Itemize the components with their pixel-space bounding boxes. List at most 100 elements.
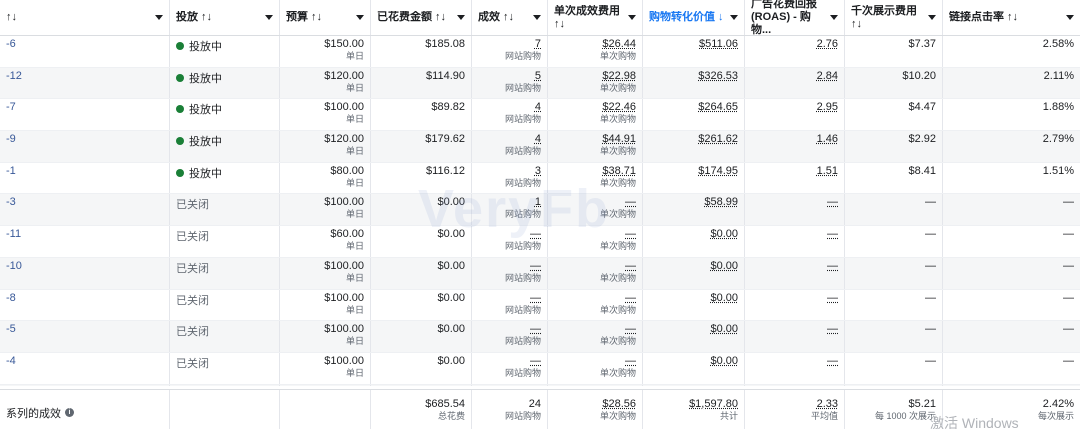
status-dot-icon xyxy=(176,105,184,114)
footer-cell-status xyxy=(170,390,280,429)
cell-name: -7 xyxy=(0,99,170,131)
cell-results: 4 网站购物 xyxy=(472,99,548,131)
chevron-down-icon[interactable] xyxy=(155,15,163,20)
chevron-down-icon[interactable] xyxy=(457,15,465,20)
budget-value[interactable]: $100.00 xyxy=(286,196,364,209)
table-row: -4 已关闭 $100.00 单日 $0.00— 网站购物 — 单次购物 $0.00— — — xyxy=(0,352,1080,385)
campaign-name-link[interactable]: -7 xyxy=(6,101,16,113)
budget-value[interactable]: $100.00 xyxy=(286,260,364,273)
campaign-name-link[interactable]: -10 xyxy=(6,260,22,272)
results-sub: 网站购物 xyxy=(504,304,541,315)
cell-status: 已关闭 xyxy=(170,321,280,352)
cell-results: —网站购物 xyxy=(472,321,548,352)
spent-value: $0.00 xyxy=(437,291,465,304)
campaign-name-link[interactable]: -11 xyxy=(6,228,21,240)
column-header-5[interactable]: 单次成效费用 ↑↓ xyxy=(548,0,643,35)
cell-name: -5 xyxy=(0,321,170,352)
campaign-name-link[interactable]: -3 xyxy=(6,196,16,208)
budget-value[interactable]: $100.00 xyxy=(286,355,364,368)
cell-roas: — xyxy=(745,321,845,352)
column-header-label: 预算 ↑↓ xyxy=(286,11,323,23)
budget-value[interactable]: $150.00 xyxy=(286,38,364,51)
footer-cpr-sub: 单次购物 xyxy=(599,411,636,421)
budget-sub: 单日 xyxy=(345,82,364,93)
column-header-7[interactable]: 广告花费回报 (ROAS) - 购物... xyxy=(745,0,845,35)
roas-value: — xyxy=(827,196,838,209)
cpm-value: — xyxy=(925,259,936,272)
status-label: 已关闭 xyxy=(176,294,209,307)
column-header-6[interactable]: 购物转化价值 ↓ xyxy=(643,0,745,35)
ctr-value: — xyxy=(1063,354,1074,367)
purchase-value: $0.00 xyxy=(710,228,738,241)
budget-value[interactable]: $60.00 xyxy=(286,228,364,241)
campaign-name-link[interactable]: -5 xyxy=(6,323,16,335)
campaign-name-link[interactable]: -1 xyxy=(6,165,16,177)
footer-label: 系列的成效 xyxy=(6,407,61,420)
column-header-2[interactable]: 预算 ↑↓ xyxy=(280,0,371,35)
chevron-down-icon[interactable] xyxy=(533,15,541,20)
spent-value: $0.00 xyxy=(437,196,465,209)
cpr-sub: 单次购物 xyxy=(599,367,636,378)
cell-spent: $114.90 xyxy=(371,67,472,99)
cell-roas: 1.51 xyxy=(745,162,845,194)
chevron-down-icon[interactable] xyxy=(1066,15,1074,20)
column-header-8[interactable]: 千次展示费用 ↑↓ xyxy=(845,0,943,35)
cpr-sub: 单次购物 xyxy=(599,336,636,347)
column-header-label: 链接点击率 ↑↓ xyxy=(949,11,1019,23)
cell-cpm: — xyxy=(845,226,943,257)
status-badge: 已关闭 xyxy=(176,228,273,244)
results-value: 4 xyxy=(534,101,541,114)
chevron-down-icon[interactable] xyxy=(628,15,636,20)
column-header-9[interactable]: 链接点击率 ↑↓ xyxy=(943,0,1080,35)
footer-spent-sub: 总花费 xyxy=(437,411,465,421)
cell-cpr: —单次购物 xyxy=(548,289,643,321)
roas-value: — xyxy=(827,228,838,241)
cpr-value: $44.91 xyxy=(602,133,636,146)
cell-name: -6 xyxy=(0,36,170,67)
column-header-label: 已花费金额 ↑↓ xyxy=(377,11,447,23)
budget-value[interactable]: $120.00 xyxy=(286,133,364,146)
chevron-down-icon[interactable] xyxy=(356,15,364,20)
cell-spent: $0.00 xyxy=(371,257,472,289)
cell-roas: 2.76 xyxy=(745,36,845,67)
column-header-4[interactable]: 成效 ↑↓ xyxy=(472,0,548,35)
cell-ctr: — xyxy=(943,290,1080,321)
column-header-1[interactable]: 投放 ↑↓ xyxy=(170,0,280,35)
cpm-value: $4.47 xyxy=(908,101,936,114)
status-badge: 投放中 xyxy=(176,38,273,54)
budget-value[interactable]: $120.00 xyxy=(286,70,364,83)
budget-value[interactable]: $100.00 xyxy=(286,292,364,305)
column-header-0[interactable]: ↑↓ xyxy=(0,0,170,35)
cpr-value: $26.44 xyxy=(602,38,636,50)
cell-cpr: $22.98 单次购物 xyxy=(548,67,643,99)
column-header-label: 单次成效费用 ↑↓ xyxy=(554,4,620,30)
spent-value: $0.00 xyxy=(437,228,465,241)
cell-roas: — xyxy=(745,226,845,257)
footer-cell-results: 24 网站购物 xyxy=(472,390,548,429)
cell-purchase-value: $58.99 xyxy=(643,194,745,226)
footer-ctr: 2.42% xyxy=(1042,398,1074,410)
column-header-3[interactable]: 已花费金额 ↑↓ xyxy=(371,0,472,35)
chevron-down-icon[interactable] xyxy=(830,15,838,20)
table-row: -12 投放中 $120.00 单日 $114.90 5 网站购物 $22.98 单次购物 $32… xyxy=(0,67,1080,100)
campaign-name-link[interactable]: -4 xyxy=(6,355,16,367)
chevron-down-icon[interactable] xyxy=(928,15,936,20)
campaign-name-link[interactable]: -6 xyxy=(6,38,16,50)
spent-value: $185.08 xyxy=(425,38,465,50)
budget-value[interactable]: $100.00 xyxy=(286,101,364,114)
footer-cpm: $5.21 xyxy=(908,398,936,410)
cell-spent: $0.00 xyxy=(371,384,472,386)
info-icon[interactable]: i xyxy=(65,408,74,417)
campaign-name-link[interactable]: -8 xyxy=(6,292,16,304)
chevron-down-icon[interactable] xyxy=(265,15,273,20)
campaign-name-link[interactable]: -12 xyxy=(6,70,22,82)
status-badge: 投放中 xyxy=(176,101,273,117)
campaign-name-link[interactable]: -9 xyxy=(6,133,16,145)
footer-results-sub: 网站购物 xyxy=(504,411,541,421)
cpr-value: — xyxy=(625,354,636,367)
chevron-down-icon[interactable] xyxy=(730,15,738,20)
budget-value[interactable]: $80.00 xyxy=(286,165,364,178)
budget-value[interactable]: $100.00 xyxy=(286,323,364,336)
cell-cpr: —单次购物 xyxy=(548,226,643,257)
results-sub: 网站购物 xyxy=(504,51,541,61)
